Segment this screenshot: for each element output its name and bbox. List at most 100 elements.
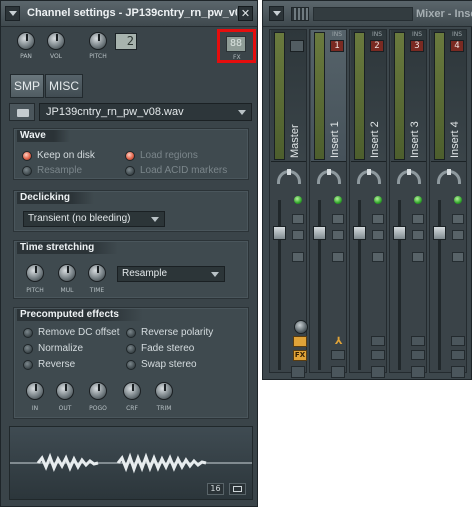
slot-button[interactable] [371,336,385,346]
mute-led-icon[interactable] [294,196,302,204]
close-button[interactable]: ✕ [238,6,253,21]
pogo-label: POGO [89,405,107,412]
declicking-mode-value: Transient (no bleeding) [28,213,131,224]
declicking-panel: Declicking Transient (no bleeding) [13,190,249,232]
link-button[interactable] [411,366,425,378]
mixer-strip[interactable]: Insert 2 INS 2 [349,29,387,378]
channel-settings-titlebar[interactable]: Channel settings - JP139cntry_rn_pw_v08.… [1,1,257,27]
mixer-strip[interactable]: Insert 4 INS 4 [429,29,467,378]
declicking-mode-select[interactable]: Transient (no bleeding) [23,211,165,227]
swap-left-button[interactable] [332,230,344,240]
led-on-icon [125,151,135,161]
browse-button[interactable] [9,103,35,121]
in-knob[interactable] [26,382,44,400]
link-button[interactable] [371,366,385,378]
sample-file-select[interactable]: JP139cntry_rn_pw_v08.wav [39,103,252,121]
peak-meter [314,32,325,160]
mixer-menu-button[interactable] [269,6,284,21]
fx-channel-display[interactable]: 88 [226,36,246,52]
reverse-polarity-label: Reverse polarity [141,327,214,338]
strip-header[interactable]: Insert 1 INS 1 [311,30,346,162]
wave-title: Wave [17,130,70,142]
slot-button[interactable] [411,336,425,346]
out-knob[interactable] [56,382,74,400]
solo-button[interactable] [452,214,464,224]
fx-channel-selector[interactable]: 88 FX [217,29,256,63]
arm-button[interactable] [292,252,304,262]
waveform-display[interactable]: 16 [9,426,253,500]
pitch-range-display[interactable]: 2 [115,33,137,50]
folder-icon [17,109,29,117]
sample-tools-button[interactable] [229,483,246,495]
volume-fader-handle[interactable] [393,226,406,240]
volume-fader-handle[interactable] [433,226,446,240]
slot-button[interactable] [411,350,425,360]
swap-left-button[interactable] [452,230,464,240]
solo-button[interactable] [412,214,424,224]
volume-fader-handle[interactable] [353,226,366,240]
mixer-strip[interactable]: Insert 1 INS 1 ⅄ [309,29,347,378]
crf-knob[interactable] [123,382,141,400]
strip-header[interactable]: Insert 4 INS 4 [431,30,466,162]
slot-button[interactable] [451,336,465,346]
precomputed-effects-panel: Precomputed effects Remove DC offset Nor… [13,307,249,419]
mute-led-icon[interactable] [334,196,342,204]
link-button[interactable] [451,366,465,378]
pan-knob[interactable] [17,32,35,50]
window-menu-button[interactable] [5,6,20,21]
tab-smp[interactable]: SMP [10,74,44,98]
volume-knob[interactable] [47,32,65,50]
solo-button[interactable] [292,214,304,224]
mixer-strip[interactable]: Master FX [269,29,308,378]
volume-fader-handle[interactable] [313,226,326,240]
stretch-mode-select[interactable]: Resample [117,266,225,282]
bit-depth-badge[interactable]: 16 [207,483,224,495]
stereo-sep-knob[interactable] [294,320,308,334]
stretch-time-knob[interactable] [88,264,106,282]
slot-button[interactable] [331,350,345,360]
stretch-pitch-label: PITCH [26,287,44,294]
strip-name: Master [289,124,301,158]
link-button[interactable] [331,366,345,378]
fx-badge[interactable]: FX [293,350,307,361]
solo-button[interactable] [332,214,344,224]
slot-button[interactable] [371,350,385,360]
peak-meter [274,32,285,160]
mixer-titlebar[interactable]: Mixer - Insert 1 [263,1,472,27]
link-button[interactable] [291,366,305,378]
stretch-mul-knob[interactable] [58,264,76,282]
volume-fader-handle[interactable] [273,226,286,240]
arm-button[interactable] [332,252,344,262]
led-off-icon [126,328,136,338]
arm-button[interactable] [452,252,464,262]
swap-left-button[interactable] [372,230,384,240]
master-indicator[interactable] [290,40,304,52]
swap-left-button[interactable] [412,230,424,240]
arm-button[interactable] [412,252,424,262]
strip-header[interactable]: Insert 2 INS 2 [351,30,386,162]
strip-header[interactable]: Master [271,30,306,162]
mixer-strip[interactable]: Insert 3 INS 3 [389,29,427,378]
route-display[interactable]: 3 [410,40,424,52]
mute-led-icon[interactable] [454,196,462,204]
mute-led-icon[interactable] [414,196,422,204]
solo-button[interactable] [372,214,384,224]
mixer-grip-handle[interactable] [291,7,309,21]
strip-header[interactable]: Insert 3 INS 3 [391,30,426,162]
route-display[interactable]: 1 [330,40,344,52]
tab-misc[interactable]: MISC [45,74,83,98]
arm-button[interactable] [372,252,384,262]
route-display[interactable]: 2 [370,40,384,52]
slot-button[interactable] [451,350,465,360]
insert-effect-badge[interactable] [293,336,307,347]
mute-led-icon[interactable] [374,196,382,204]
route-display[interactable]: 4 [450,40,464,52]
trim-knob[interactable] [155,382,173,400]
swap-left-button[interactable] [292,230,304,240]
out-label: OUT [58,405,72,412]
stretch-pitch-knob[interactable] [26,264,44,282]
pitch-knob[interactable] [89,32,107,50]
pan-indicator [407,169,411,175]
pogo-knob[interactable] [89,382,107,400]
led-off-icon [125,166,135,176]
